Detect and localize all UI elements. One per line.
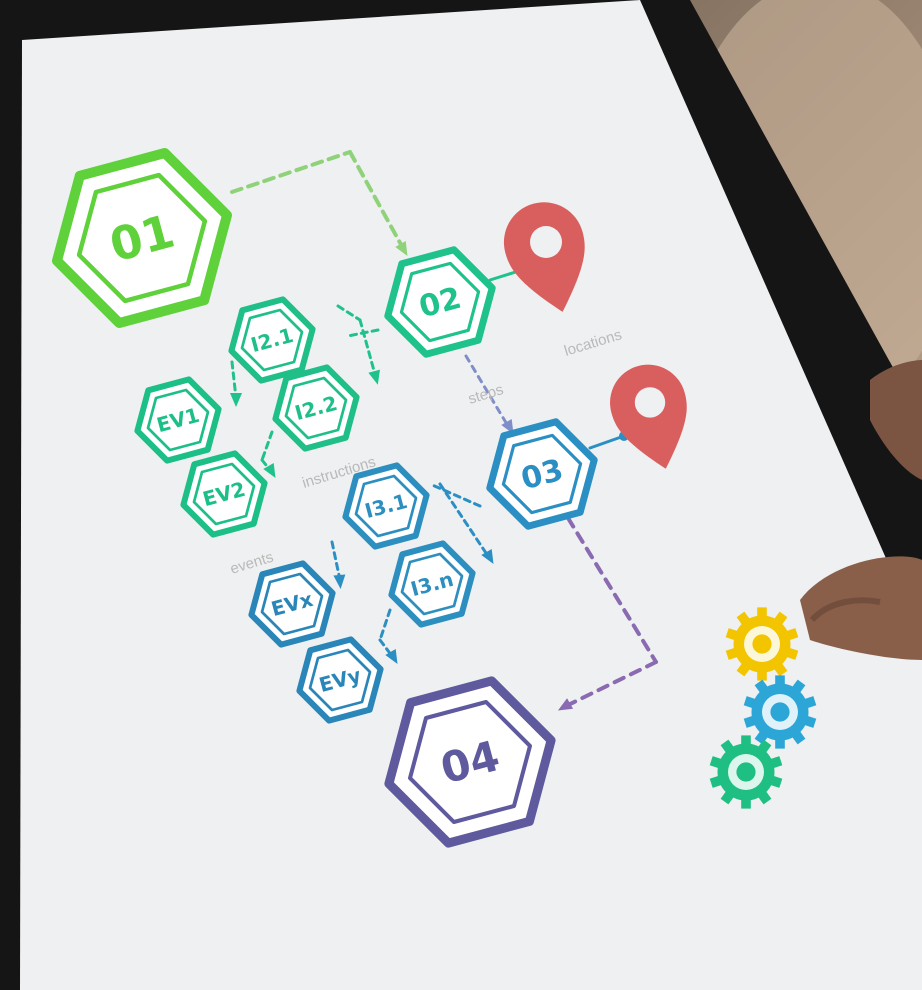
- photo-scene: 01020304I2.1I2.2I3.1I3.nEV1EV2EVxEVyloca…: [0, 0, 922, 990]
